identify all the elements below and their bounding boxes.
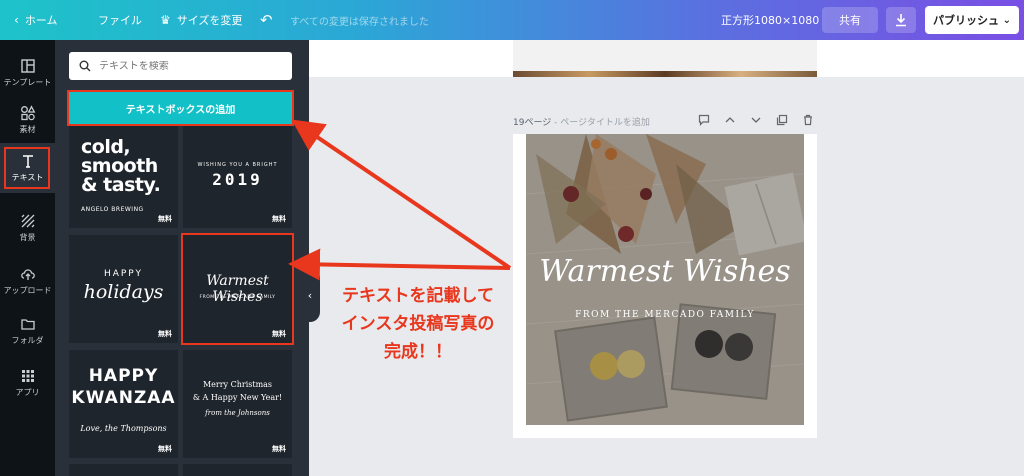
template-line: & tasty. <box>81 174 161 196</box>
chevron-down-icon: ⌄ <box>1002 14 1011 26</box>
rail-label: フォルダ <box>11 336 44 345</box>
template-text: cold, smooth & tasty. <box>81 138 161 196</box>
free-badge: 無料 <box>158 445 172 453</box>
rail-label: アプリ <box>15 388 40 397</box>
resize-label: サイズを変更 <box>176 14 243 27</box>
chevron-left-icon: ‹ <box>307 288 313 302</box>
previous-page-image <box>513 71 817 77</box>
chevron-left-icon: ‹ <box>14 13 19 27</box>
template-text: KWANZAA <box>71 388 176 408</box>
rail-item-apps[interactable]: アプリ <box>0 358 55 408</box>
search-input[interactable] <box>99 60 269 72</box>
share-label: 共有 <box>839 14 861 27</box>
save-status: すべての変更は保存されました <box>290 0 429 40</box>
template-icon <box>20 59 35 73</box>
rail-item-folder[interactable]: フォルダ <box>0 306 55 356</box>
template-cold-smooth[interactable]: cold, smooth & tasty. ANGELO BREWING 無料 <box>69 126 178 228</box>
template-subtext: ANGELO BREWING <box>81 206 144 213</box>
background-photo[interactable]: Warmest Wishes FROM THE MERCADO FAMILY <box>526 134 804 425</box>
free-badge: 無料 <box>272 445 286 453</box>
free-badge: 無料 <box>158 330 172 338</box>
annotation-line: 完成！！ <box>384 342 452 362</box>
rail-item-background[interactable]: 背景 <box>0 203 55 253</box>
add-textbox-button[interactable]: テキストボックスの追加 <box>67 90 294 126</box>
comment-icon[interactable] <box>698 114 710 126</box>
highlight-box <box>4 147 50 189</box>
side-rail: テンプレート 素材 テキスト 背景 アップロード フォルダ アプリ <box>0 40 55 476</box>
page-title-hint[interactable]: - ページタイトルを追加 <box>551 118 650 128</box>
template-2019[interactable]: WISHING YOU A BRIGHT 2019 無料 <box>183 126 292 228</box>
rail-label: 背景 <box>19 233 36 242</box>
template-partial[interactable] <box>69 464 178 476</box>
page-tools <box>698 114 814 130</box>
download-button[interactable] <box>886 7 916 33</box>
annotation-text: テキストを記載して インスタ投稿写真の 完成！！ <box>318 282 518 366</box>
free-badge: 無料 <box>272 215 286 223</box>
template-text: Warmest Wishes <box>206 273 269 305</box>
search-icon <box>79 60 91 72</box>
background-icon <box>21 214 34 228</box>
undo-icon: ↶ <box>260 11 273 29</box>
annotation-line: テキストを記載して <box>342 286 494 306</box>
template-merry-christmas[interactable]: Merry Christmas & A Happy New Year! from… <box>183 350 292 458</box>
file-menu[interactable]: ファイル <box>98 0 142 40</box>
design-main-text[interactable]: Warmest Wishes <box>526 254 804 289</box>
rail-item-templates[interactable]: テンプレート <box>0 48 55 98</box>
template-text: holidays <box>83 281 164 303</box>
rail-item-text[interactable]: テキスト <box>0 143 55 193</box>
free-badge: 無料 <box>158 215 172 223</box>
trash-icon[interactable] <box>802 114 814 126</box>
template-subtext: FROM THE MERCADO FAMILY <box>199 295 276 300</box>
share-button[interactable]: 共有 <box>822 7 878 33</box>
template-subtext: WISHING YOU A BRIGHT <box>197 162 278 168</box>
template-subtext: from the Johnsons <box>205 409 270 417</box>
page-label: 19ページ - ページタイトルを追加 <box>513 115 650 128</box>
upload-icon <box>20 269 35 280</box>
duplicate-icon[interactable] <box>776 114 788 126</box>
chevron-down-icon[interactable] <box>750 114 762 126</box>
add-textbox-label: テキストボックスの追加 <box>125 104 236 116</box>
publish-button[interactable]: パブリッシュ ⌄ <box>925 6 1019 34</box>
rail-label: アップロード <box>3 286 52 295</box>
design-sub-text[interactable]: FROM THE MERCADO FAMILY <box>526 310 804 320</box>
size-label-text: 正方形1080×1080 <box>721 14 820 27</box>
free-badge: 無料 <box>272 330 286 338</box>
template-text: Merry Christmas <box>202 380 273 389</box>
folder-icon <box>20 319 35 330</box>
size-label: 正方形1080×1080 <box>721 0 819 40</box>
template-text: 2019 <box>212 170 263 189</box>
template-happy-kwanzaa[interactable]: HAPPY KWANZAA Love, the Thompsons 無料 <box>69 350 178 458</box>
design-page[interactable]: Warmest Wishes FROM THE MERCADO FAMILY <box>513 134 817 438</box>
template-text: HAPPY <box>88 366 159 386</box>
crown-icon: ♛ <box>160 13 171 27</box>
elements-icon <box>20 105 35 121</box>
template-partial[interactable] <box>183 464 292 476</box>
home-label: ホーム <box>24 14 58 27</box>
template-warmest-wishes[interactable]: Warmest Wishes FROM THE MERCADO FAMILY 無… <box>181 233 294 345</box>
rail-label: 素材 <box>19 125 36 134</box>
rail-item-upload[interactable]: アップロード <box>0 256 55 306</box>
template-happy-holidays[interactable]: HAPPY holidays 無料 <box>69 235 178 343</box>
download-icon <box>896 14 906 27</box>
resize-button[interactable]: ♛ サイズを変更 <box>160 0 242 40</box>
undo-button[interactable]: ↶ <box>260 0 273 40</box>
publish-label: パブリッシュ <box>933 14 999 27</box>
template-subtext: Love, the Thompsons <box>80 424 167 433</box>
apps-icon <box>21 370 34 382</box>
chevron-up-icon[interactable] <box>724 114 736 126</box>
top-bar: ‹ ホーム ファイル ♛ サイズを変更 ↶ すべての変更は保存されました 正方形… <box>0 0 1024 40</box>
text-panel: テキストボックスの追加 cold, smooth & tasty. ANGELO… <box>55 40 309 476</box>
search-box[interactable] <box>69 52 292 80</box>
home-button[interactable]: ‹ ホーム <box>14 0 57 40</box>
rail-label: テンプレート <box>3 78 52 87</box>
previous-page[interactable] <box>513 40 817 77</box>
file-label: ファイル <box>98 14 142 27</box>
template-subtext: HAPPY <box>103 269 144 279</box>
rail-item-elements[interactable]: 素材 <box>0 95 55 145</box>
collapse-panel-button[interactable]: ‹ <box>300 268 320 322</box>
annotation-line: インスタ投稿写真の <box>341 314 495 334</box>
template-text: & A Happy New Year! <box>192 393 283 402</box>
save-status-text: すべての変更は保存されました <box>290 16 429 28</box>
page-number: 19ページ <box>513 118 552 128</box>
